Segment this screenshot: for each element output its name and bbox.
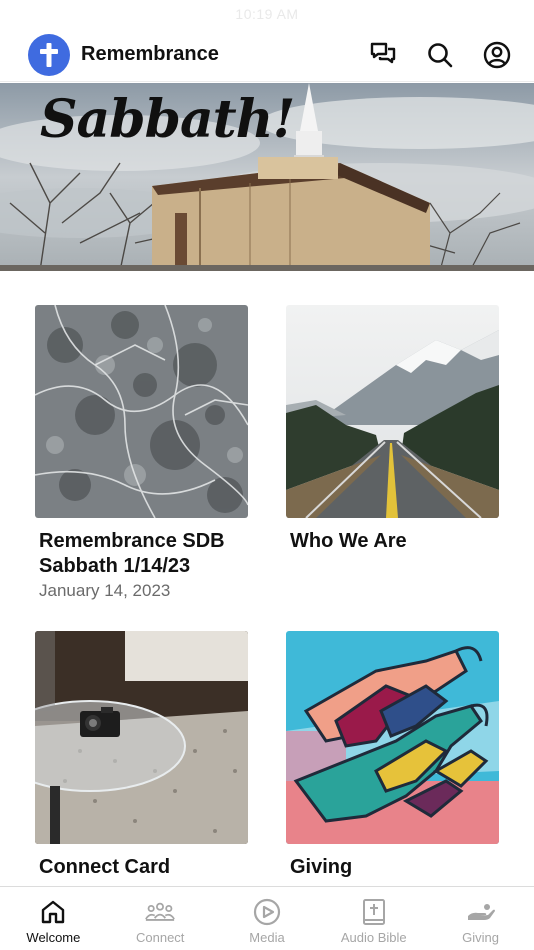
tab-audio-bible[interactable]: Audio Bible	[320, 887, 427, 950]
tab-giving[interactable]: Giving	[427, 887, 534, 950]
tab-welcome[interactable]: Welcome	[0, 887, 107, 950]
tab-label: Welcome	[26, 930, 81, 945]
card-title: Giving	[290, 856, 353, 878]
card-title: Remembrance SDB Sabbath 1/14/23	[39, 530, 225, 577]
cross-logo-icon[interactable]	[28, 33, 70, 76]
tab-connect[interactable]: Connect	[107, 887, 214, 950]
mountain-road-image	[286, 305, 499, 518]
account-icon[interactable]	[482, 40, 512, 70]
people-icon	[145, 897, 176, 927]
home-icon	[38, 897, 68, 927]
card-title: Connect Card	[39, 856, 171, 878]
bottom-tab-bar: Welcome Connect Media Audio Bible Giving	[0, 886, 534, 950]
header-actions	[368, 40, 512, 70]
app-title: Remembrance	[81, 43, 219, 65]
tab-label: Media	[249, 930, 285, 945]
card-who-we-are[interactable]: Who We Are	[286, 305, 499, 556]
chat-icon[interactable]	[368, 40, 398, 70]
status-time: 10:19 AM	[235, 6, 299, 22]
banner-title: Sabbath!	[40, 89, 295, 150]
giving-hand-icon	[466, 897, 496, 927]
play-icon	[252, 897, 282, 927]
card-connect-card[interactable]: Connect Card	[35, 631, 248, 882]
app-header: Remembrance	[0, 28, 534, 82]
tab-label: Giving	[462, 930, 500, 945]
bible-icon	[359, 897, 389, 927]
painted-hands-image	[286, 631, 499, 844]
card-date: January 14, 2023	[39, 581, 171, 600]
card-title: Who We Are	[290, 530, 407, 552]
search-icon[interactable]	[425, 40, 455, 70]
tab-media[interactable]: Media	[214, 887, 321, 950]
card-giving[interactable]: Giving	[286, 631, 499, 882]
tab-label: Connect	[135, 930, 185, 945]
tab-label: Audio Bible	[340, 930, 407, 945]
hero-banner[interactable]: Sabbath!	[0, 83, 534, 271]
marble-texture-image	[35, 305, 248, 518]
card-sabbath[interactable]: Remembrance SDB Sabbath 1/14/23 January …	[35, 305, 248, 601]
status-bar: 10:19 AM	[0, 0, 534, 28]
camera-table-image	[35, 631, 248, 844]
